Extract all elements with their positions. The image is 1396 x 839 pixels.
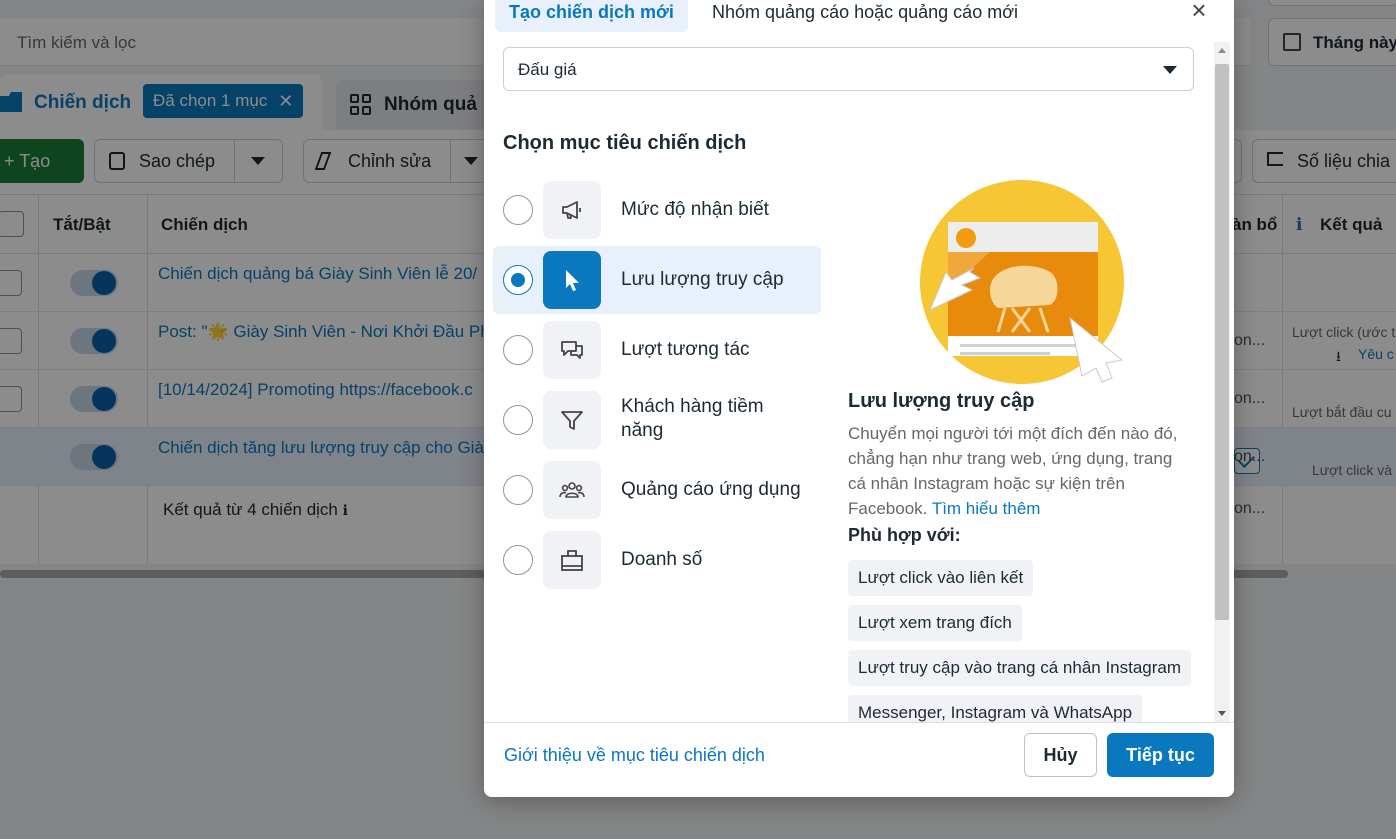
good-for-list: Lượt click vào liên kết Lượt xem trang đ…	[848, 560, 1208, 722]
buying-type-select[interactable]: Đấu giá	[503, 47, 1194, 91]
dialog-body[interactable]: Đấu giá Chọn mục tiêu chiến dịch Mức độ …	[484, 38, 1234, 722]
people-icon	[543, 461, 601, 519]
objective-leads[interactable]: Khách hàng tiềm năng	[493, 386, 821, 454]
objective-radio[interactable]	[503, 545, 533, 575]
cursor-icon	[543, 251, 601, 309]
objective-label: Quảng cáo ứng dụng	[621, 479, 801, 500]
objective-label: Mức độ nhận biết	[621, 199, 769, 220]
objective-detail-title: Lưu lượng truy cập	[848, 390, 1035, 412]
traffic-illustration	[920, 180, 1124, 384]
scrollbar-thumb[interactable]	[1215, 64, 1229, 620]
cancel-button[interactable]: Hủy	[1024, 733, 1097, 777]
objective-awareness[interactable]: Mức độ nhận biết	[493, 176, 821, 244]
objective-detail-description: Chuyển mọi người tới một đích đến nào đó…	[848, 424, 1178, 518]
caret-down-icon	[1163, 66, 1177, 74]
objective-label: Lưu lượng truy cập	[621, 269, 784, 290]
megaphone-icon	[543, 181, 601, 239]
objective-label: Khách hàng tiềm năng	[621, 396, 764, 441]
tab-new-adset-or-ad[interactable]: Nhóm quảng cáo hoặc quảng cáo mới	[712, 0, 1018, 24]
objective-traffic[interactable]: Lưu lượng truy cập	[493, 246, 821, 314]
close-icon[interactable]: ×	[1186, 0, 1212, 23]
objective-radio[interactable]	[503, 335, 533, 365]
good-for-chip: Messenger, Instagram và WhatsApp	[848, 695, 1143, 722]
objective-radio[interactable]	[503, 475, 533, 505]
objective-sales[interactable]: Doanh số	[493, 526, 821, 594]
objective-radio[interactable]	[503, 405, 533, 435]
good-for-chip: Lượt click vào liên kết	[848, 560, 1034, 596]
good-for-label: Phù hợp với:	[848, 525, 961, 545]
create-campaign-dialog: Tạo chiến dịch mới Nhóm quảng cáo hoặc q…	[484, 0, 1234, 797]
objective-radio[interactable]	[503, 265, 533, 295]
funnel-icon	[543, 391, 601, 449]
chat-bubbles-icon	[543, 321, 601, 379]
scroll-up-icon[interactable]	[1218, 48, 1226, 53]
buying-type-value: Đấu giá	[518, 60, 577, 79]
objective-radio[interactable]	[503, 195, 533, 225]
about-objectives-link[interactable]: Giới thiệu về mục tiêu chiến dịch	[504, 745, 765, 766]
tab-new-campaign[interactable]: Tạo chiến dịch mới	[495, 0, 688, 32]
continue-button[interactable]: Tiếp tục	[1107, 733, 1214, 777]
objective-label: Doanh số	[621, 549, 703, 570]
objective-label: Lượt tương tác	[621, 339, 750, 360]
dialog-footer: Giới thiệu về mục tiêu chiến dịch Hủy Ti…	[484, 722, 1234, 797]
dialog-tabs: Tạo chiến dịch mới Nhóm quảng cáo hoặc q…	[484, 0, 1234, 38]
objective-heading: Chọn mục tiêu chiến dịch	[503, 132, 747, 154]
good-for-chip: Lượt xem trang đích	[848, 605, 1022, 641]
objective-app-promotion[interactable]: Quảng cáo ứng dụng	[493, 456, 821, 524]
dialog-scrollbar[interactable]	[1214, 42, 1230, 722]
good-for-chip: Lượt truy cập vào trang cá nhân Instagra…	[848, 650, 1192, 686]
shopping-bag-icon	[543, 531, 601, 589]
scroll-down-icon[interactable]	[1218, 711, 1226, 716]
learn-more-link[interactable]: Tìm hiểu thêm	[932, 499, 1041, 518]
objective-engagement[interactable]: Lượt tương tác	[493, 316, 821, 384]
